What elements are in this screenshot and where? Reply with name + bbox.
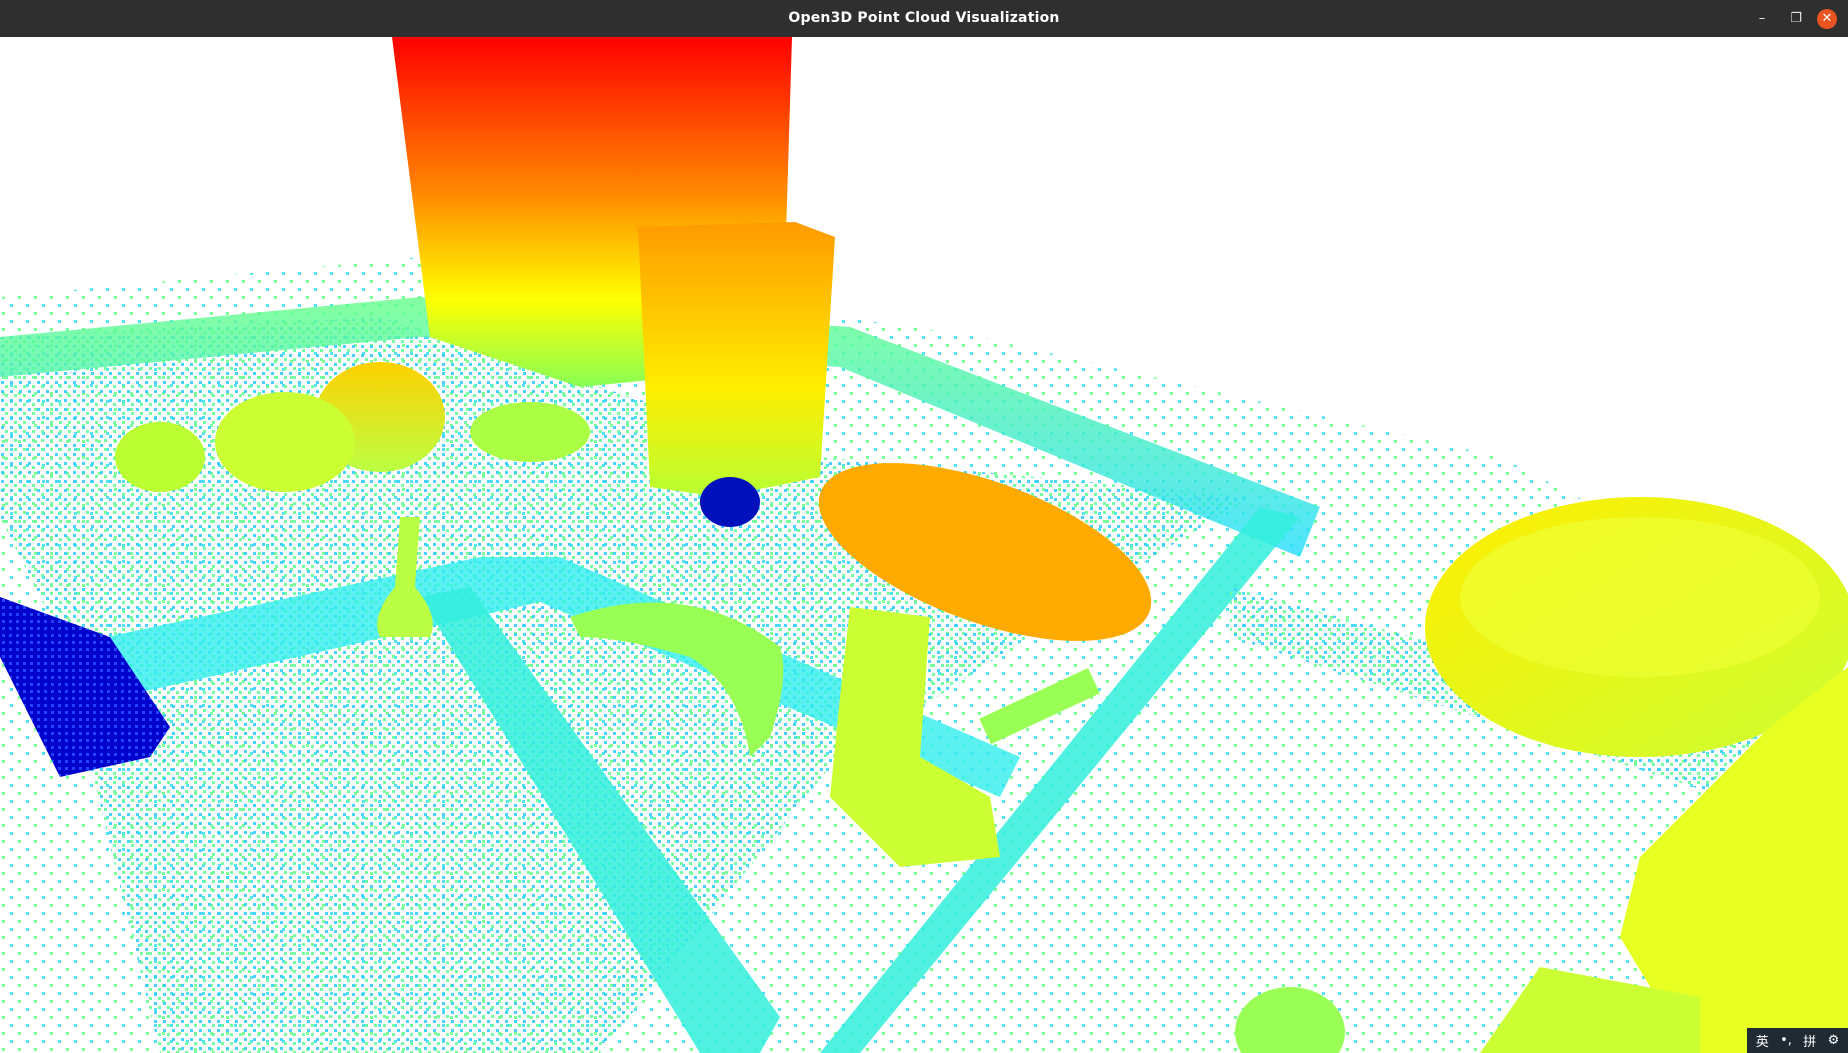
ime-lang-toggle[interactable]: 英 — [1756, 1031, 1769, 1050]
can-object-2 — [215, 392, 355, 492]
app-window: Open3D Point Cloud Visualization – ❐ ✕ 英… — [0, 0, 1848, 1053]
ime-mode-toggle[interactable]: 拼 — [1803, 1031, 1816, 1050]
ime-punct-toggle[interactable]: •, — [1780, 1033, 1792, 1048]
can-object-3 — [115, 422, 205, 492]
bowl-inner — [1460, 517, 1820, 677]
cereal-box-object — [638, 222, 835, 497]
title-bar[interactable]: Open3D Point Cloud Visualization – ❐ ✕ — [0, 0, 1848, 37]
point-cloud-render[interactable] — [0, 37, 1848, 1053]
maximize-button[interactable]: ❐ — [1786, 9, 1806, 29]
close-button[interactable]: ✕ — [1817, 9, 1837, 29]
ime-toolbar[interactable]: 英 •, 拼 ⚙ — [1747, 1028, 1848, 1053]
dark-blue-cup-object — [700, 477, 760, 527]
window-title: Open3D Point Cloud Visualization — [788, 10, 1060, 26]
point-cloud-viewport[interactable]: 英 •, 拼 ⚙ — [0, 37, 1848, 1053]
gear-icon[interactable]: ⚙ — [1828, 1033, 1840, 1048]
minimize-button[interactable]: – — [1752, 9, 1772, 29]
small-box-object — [470, 402, 590, 462]
